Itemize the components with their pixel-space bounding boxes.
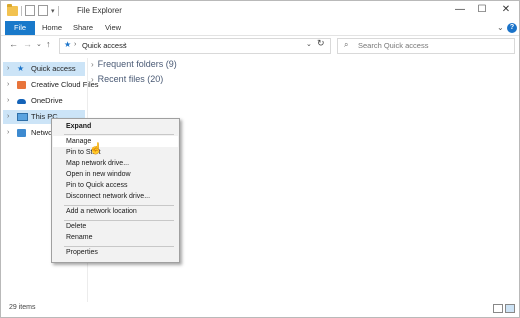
breadcrumb-quick-access[interactable]: Quick access [82, 41, 127, 50]
address-bar[interactable]: ★ › Quick access › ⌄ [59, 38, 331, 54]
quick-access-star-icon: ★ [64, 40, 72, 49]
tab-home[interactable]: Home [39, 21, 65, 35]
expand-chevron-icon[interactable]: › [7, 78, 9, 92]
star-icon: ★ [17, 64, 25, 73]
search-placeholder: Search Quick access [358, 41, 429, 50]
sidebar-item-label: Creative Cloud Files [31, 80, 99, 89]
menu-item-open-in-new-window[interactable]: Open in new window [66, 171, 131, 178]
menu-item-properties[interactable]: Properties [66, 249, 98, 256]
search-icon: ⌕ [344, 40, 349, 49]
large-icons-view-icon[interactable] [505, 304, 515, 313]
ribbon: File Home Share View ⌄ ? [1, 21, 519, 36]
menu-item-expand[interactable]: Expand [66, 123, 91, 130]
group-expand-chevron-icon[interactable]: › [91, 60, 94, 69]
sidebar-item-onedrive[interactable]: › OneDrive [3, 94, 85, 108]
menu-separator [64, 220, 174, 221]
help-icon[interactable]: ? [507, 23, 517, 33]
menu-item-rename[interactable]: Rename [66, 234, 92, 241]
expand-chevron-icon[interactable]: › [7, 62, 9, 76]
group-recent-files[interactable]: › Recent files (20) [91, 74, 163, 84]
maximize-button[interactable]: ☐ [475, 4, 489, 16]
folder-icon[interactable] [7, 3, 18, 16]
sidebar-item-label: OneDrive [31, 96, 63, 105]
creative-cloud-icon [17, 81, 26, 89]
close-button[interactable]: ✕ [499, 4, 513, 16]
menu-item-manage[interactable]: Manage [66, 138, 91, 145]
minimize-button[interactable]: — [453, 4, 467, 16]
tab-file[interactable]: File [5, 21, 35, 35]
window-title: File Explorer [77, 6, 122, 15]
menu-separator [64, 205, 174, 206]
menu-separator [64, 246, 174, 247]
menu-item-add-network-location[interactable]: Add a network location [66, 208, 137, 215]
tab-view[interactable]: View [101, 21, 125, 35]
menu-item-delete[interactable]: Delete [66, 223, 86, 230]
expand-ribbon-chevron-icon[interactable]: ⌄ [497, 23, 504, 32]
toolbar-divider [21, 5, 22, 16]
tab-share[interactable]: Share [69, 21, 97, 35]
group-frequent-folders[interactable]: › Frequent folders (9) [91, 59, 177, 69]
group-label: Frequent folders (9) [97, 59, 177, 69]
title-bar: ▾ File Explorer — ☐ ✕ [1, 1, 519, 21]
group-expand-chevron-icon[interactable]: › [91, 75, 94, 84]
menu-item-map-network-drive[interactable]: Map network drive... [66, 160, 129, 167]
cloud-icon [17, 99, 26, 104]
breadcrumb-separator-icon[interactable]: › [74, 41, 76, 48]
customize-toolbar-chevron-icon[interactable]: ▾ [51, 7, 55, 15]
quick-access-toolbar: ▾ [7, 3, 59, 16]
file-explorer-window: ▾ File Explorer — ☐ ✕ File Home Share Vi… [0, 0, 520, 318]
expand-chevron-icon[interactable]: › [7, 110, 9, 124]
menu-separator [64, 134, 174, 135]
computer-icon [17, 113, 28, 121]
context-menu: Expand Manage Pin to Start Map network d… [51, 118, 180, 263]
new-folder-icon[interactable] [38, 5, 48, 16]
status-item-count: 29 items [9, 304, 36, 311]
back-arrow-icon[interactable]: ← [9, 39, 18, 49]
toolbar-divider [57, 5, 59, 16]
refresh-icon[interactable]: ↻ [317, 38, 325, 49]
hand-cursor-icon: ☝ [89, 143, 103, 155]
sidebar-item-creative-cloud-files[interactable]: › Creative Cloud Files [3, 78, 99, 92]
sidebar-item-quick-access[interactable]: › ★ Quick access [3, 62, 85, 76]
menu-item-pin-to-quick-access[interactable]: Pin to Quick access [66, 182, 127, 189]
breadcrumb-separator-icon[interactable]: › [124, 41, 126, 48]
search-box[interactable]: ⌕ Search Quick access [337, 38, 515, 54]
forward-arrow-icon[interactable]: → [23, 39, 32, 49]
menu-item-disconnect-network-drive[interactable]: Disconnect network drive... [66, 193, 150, 200]
network-icon [17, 129, 26, 137]
address-dropdown-chevron-icon[interactable]: ⌄ [306, 40, 312, 48]
up-arrow-icon[interactable]: ↑ [46, 39, 51, 49]
properties-icon[interactable] [25, 5, 35, 16]
recent-locations-chevron-icon[interactable]: ⌄ [36, 40, 42, 48]
expand-chevron-icon[interactable]: › [7, 126, 9, 140]
sidebar-item-label: Quick access [31, 64, 76, 73]
details-view-icon[interactable] [493, 304, 503, 313]
group-label: Recent files (20) [97, 74, 164, 84]
expand-chevron-icon[interactable]: › [7, 94, 9, 108]
